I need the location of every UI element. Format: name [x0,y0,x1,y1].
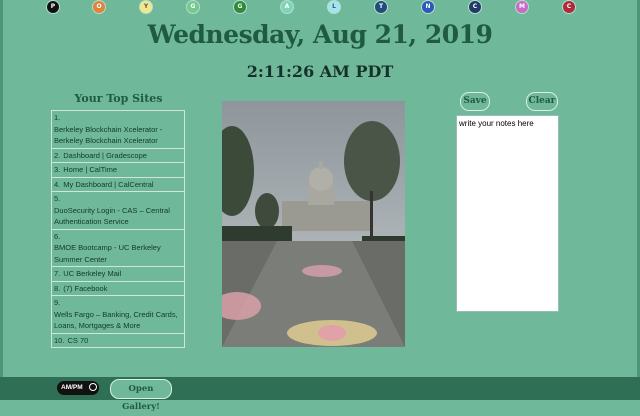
notes-textarea[interactable]: write your notes here [456,115,559,312]
theme-dot-1[interactable]: P [47,1,59,13]
theme-dot-6[interactable]: A [281,1,293,13]
top-site-number: 2. [54,150,61,160]
city-hall-plaza-image [222,101,405,347]
top-site-label: CS 70 [67,335,89,345]
top-site-link[interactable]: 5. DuoSecurity Login - CAS – Central Auth… [51,192,185,230]
top-site-link[interactable]: 10. CS 70 [51,333,185,348]
theme-dot-3[interactable]: Y [140,1,152,13]
theme-color-dots: POYGGALTNCMC [0,1,640,15]
top-site-label: Dashboard | Gradescope [63,150,147,160]
theme-dot-12[interactable]: C [563,1,575,13]
clear-notes-button[interactable]: Clear [526,92,558,111]
ampm-toggle[interactable]: AM/PM [57,381,99,395]
gallery-photo [222,101,405,347]
top-site-label: UC Berkeley Mail [63,269,122,278]
theme-dot-2[interactable]: O [93,1,105,13]
top-site-link[interactable]: 4. My Dashboard | CalCentral [51,177,185,192]
top-site-number: 8. [54,283,61,293]
top-site-label: Home | CalTime [63,165,118,174]
ampm-toggle-label: AM/PM [61,384,83,391]
open-gallery-button[interactable]: Open Gallery! [110,379,172,412]
top-site-number: 5. [54,194,61,203]
top-site-link[interactable]: 8. (7) Facebook [51,281,185,296]
theme-dot-10[interactable]: C [469,1,481,13]
theme-dot-5[interactable]: G [234,1,246,13]
top-site-label: Berkeley Blockchain Xcelerator - Berkele… [54,124,163,146]
top-site-number: 4. [54,179,61,189]
theme-dot-8[interactable]: T [375,1,387,13]
top-site-label: My Dashboard | CalCentral [63,179,154,189]
top-site-number: 6. [54,231,61,241]
top-site-link[interactable]: 3. Home | CalTime [51,163,185,178]
time-display: 2:11:26 AM PDT [246,62,394,81]
top-sites-list: 1. Berkeley Blockchain Xcelerator - Berke… [51,110,185,348]
top-site-link[interactable]: 9. Wells Fargo – Banking, Credit Cards, L… [51,296,185,334]
top-site-number: 9. [54,298,61,307]
top-site-number: 7. [54,269,61,278]
top-site-link[interactable]: 1. Berkeley Blockchain Xcelerator - Berke… [51,111,185,149]
top-site-link[interactable]: 6. BMOE Bootcamp - UC Berkeley Summer Cen… [51,229,185,267]
date-display: Wednesday, Aug 21, 2019 [147,20,493,49]
top-site-link[interactable]: 2. Dashboard | Gradescope [51,148,185,163]
save-notes-button[interactable]: Save [460,92,490,111]
top-site-number: 10. [54,335,65,345]
top-site-link[interactable]: 7. UC Berkeley Mail [51,267,185,282]
toggle-knob-icon [89,383,97,391]
theme-dot-4[interactable]: G [187,1,199,13]
theme-dot-9[interactable]: N [422,1,434,13]
top-site-label: BMOE Bootcamp - UC Berkeley Summer Cente… [54,243,161,264]
top-site-label: (7) Facebook [63,283,108,293]
top-sites-title: Your Top Sites [74,92,163,105]
theme-dot-11[interactable]: M [516,1,528,13]
top-site-label: Wells Fargo – Banking, Credit Cards, Loa… [54,309,178,331]
top-site-number: 3. [54,165,61,174]
theme-dot-7[interactable]: L [328,1,340,13]
top-site-number: 1. [54,113,61,122]
top-site-label: DuoSecurity Login - CAS – Central Authen… [54,205,170,227]
